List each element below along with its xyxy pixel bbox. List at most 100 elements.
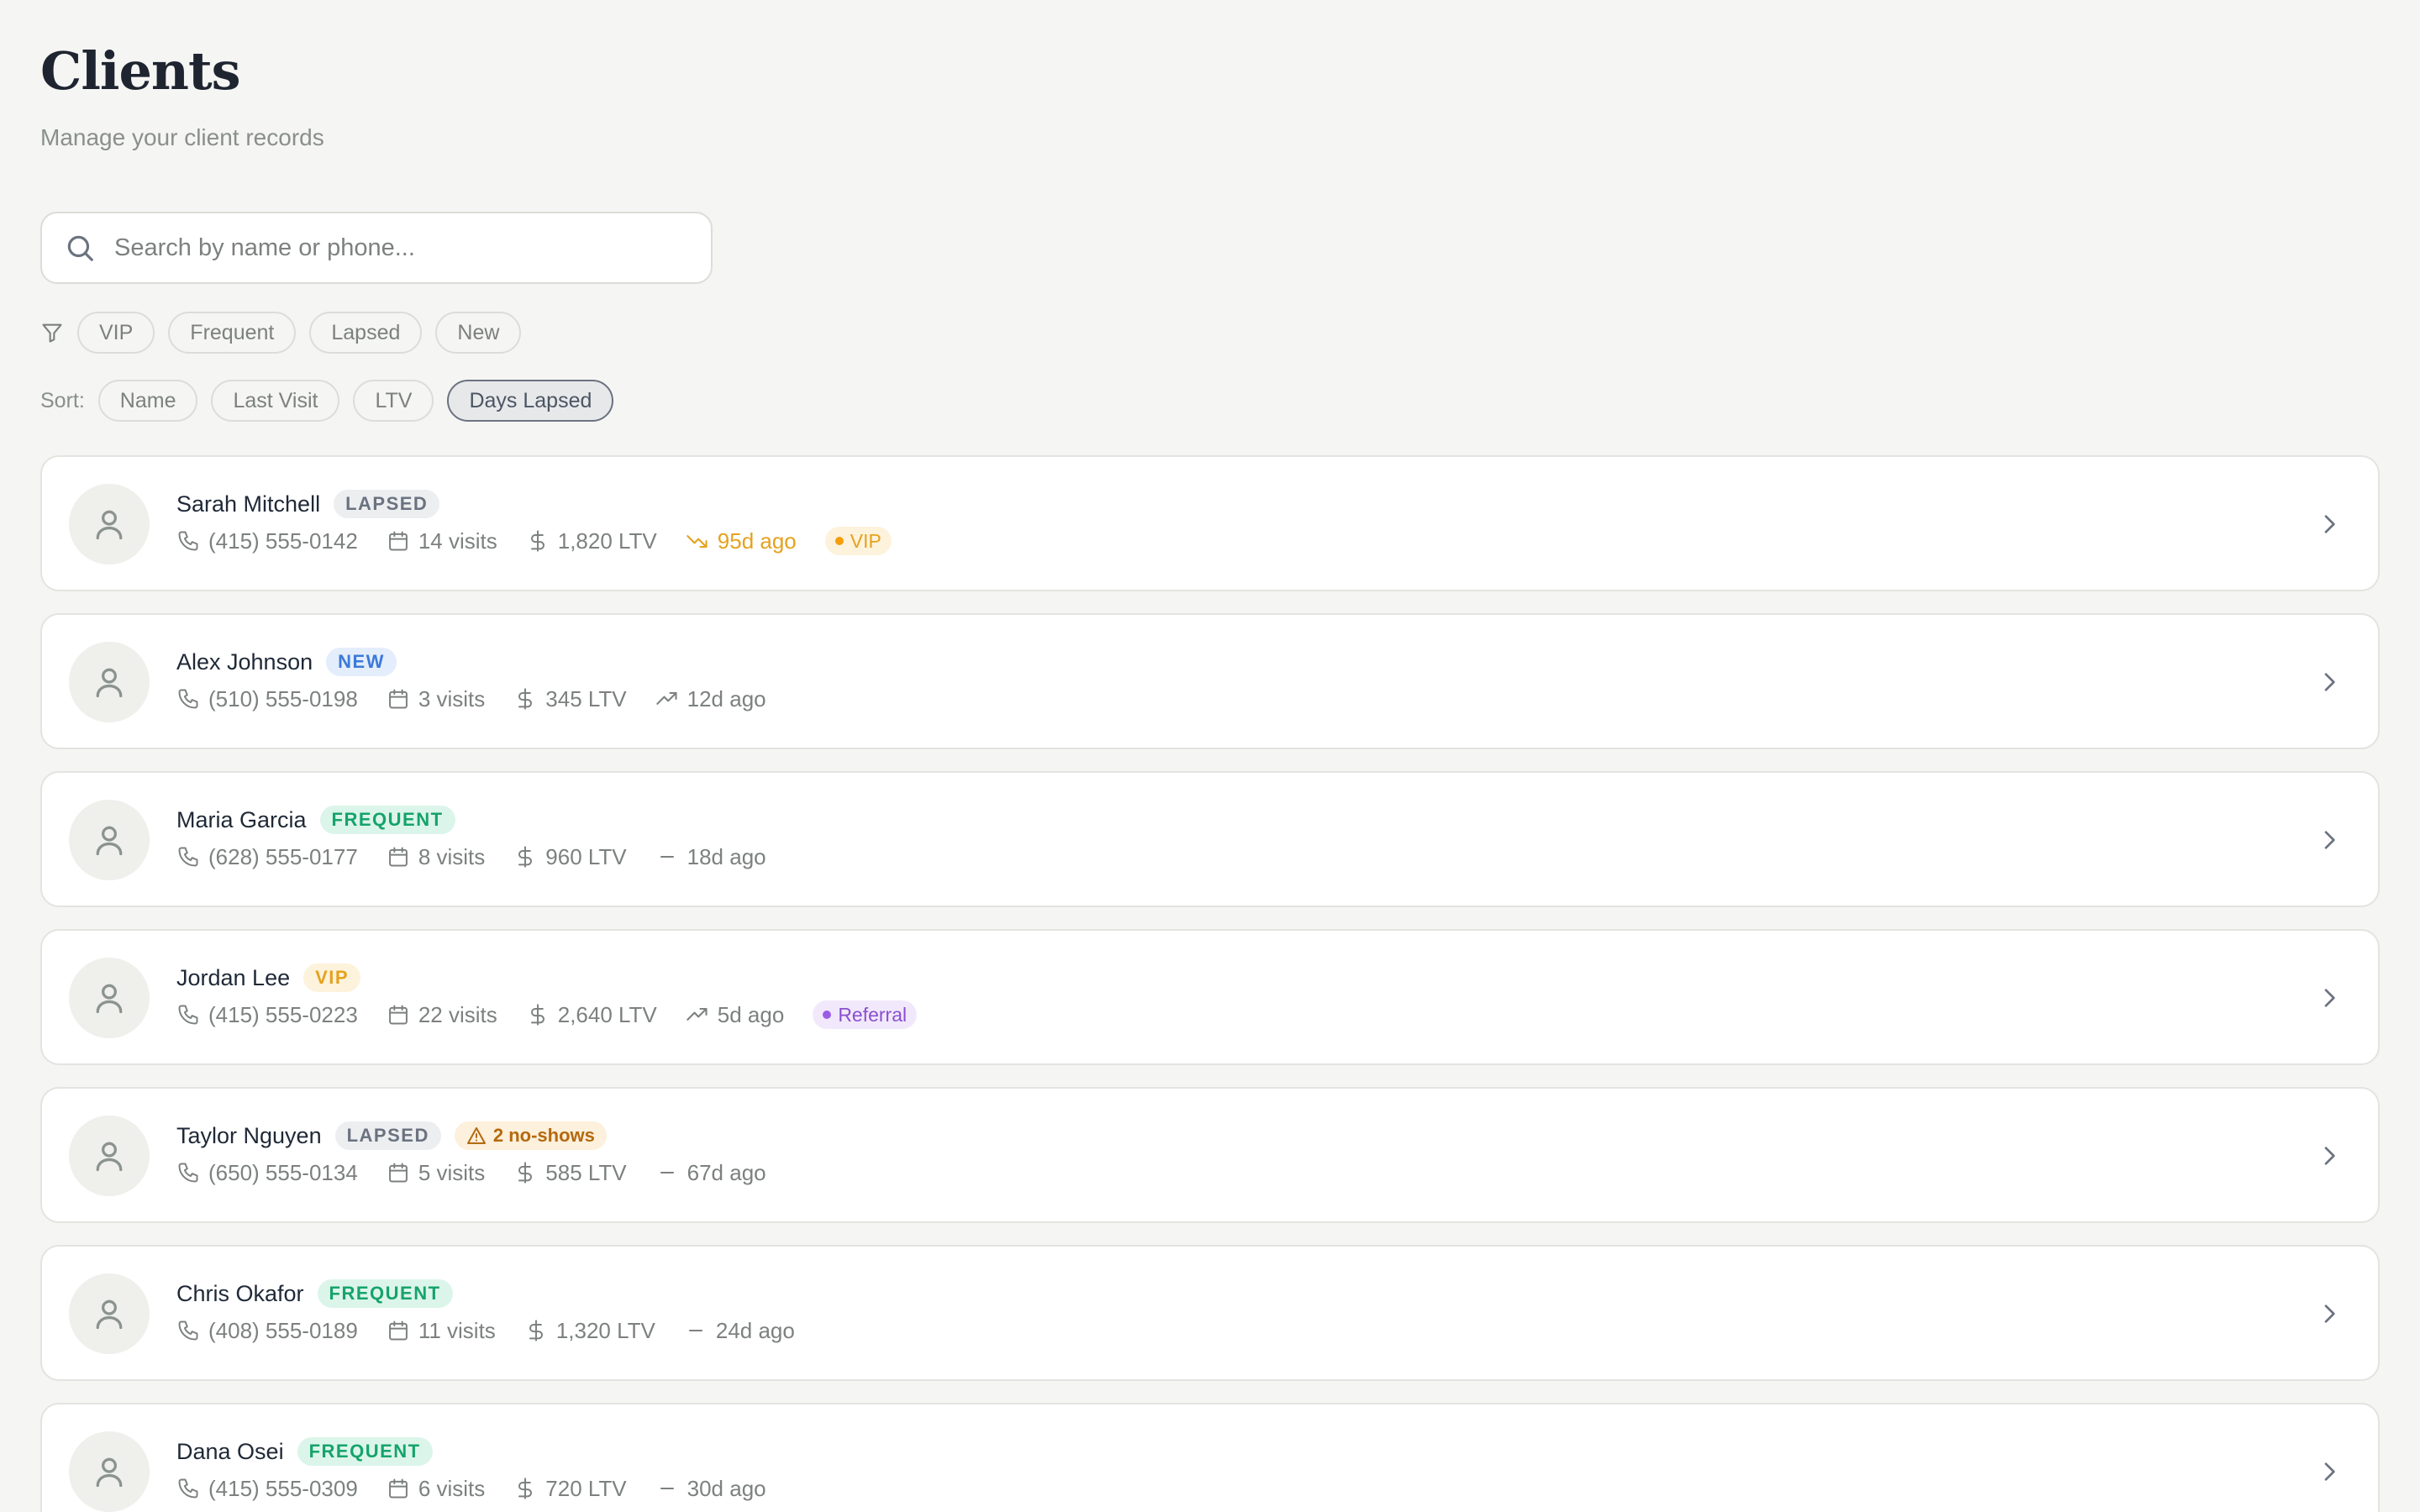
visits-text: 11 visits xyxy=(418,1317,496,1343)
phone-icon xyxy=(176,529,200,553)
client-visits: 3 visits xyxy=(387,686,485,712)
minus-icon xyxy=(655,1161,679,1184)
client-card[interactable]: Sarah Mitchell LAPSED (415) 555-0142 14 … xyxy=(40,455,2380,591)
chevron-right-icon[interactable] xyxy=(2311,1453,2348,1490)
sort-option-ltv[interactable]: LTV xyxy=(353,380,434,422)
client-card[interactable]: Dana Osei FREQUENT (415) 555-0309 6 visi… xyxy=(40,1403,2380,1512)
trending-up-icon xyxy=(655,687,679,711)
page-title: Clients xyxy=(40,40,241,102)
client-name-row: Sarah Mitchell LAPSED xyxy=(176,487,440,521)
ltv-text: 720 LTV xyxy=(545,1475,627,1501)
client-name-row: Alex Johnson NEW xyxy=(176,645,397,679)
filter-chip-vip[interactable]: VIP xyxy=(77,312,155,354)
filter-chip-lapsed[interactable]: Lapsed xyxy=(309,312,423,354)
client-tag: VIP xyxy=(824,527,892,555)
user-icon xyxy=(91,1137,128,1174)
client-name: Jordan Lee xyxy=(176,964,291,990)
user-icon xyxy=(91,1295,128,1332)
avatar xyxy=(69,642,150,722)
client-ltv: 2,640 LTV xyxy=(526,1002,657,1028)
dollar-icon xyxy=(513,687,537,711)
dollar-icon xyxy=(513,1161,537,1184)
client-last-visit: 67d ago xyxy=(655,1160,766,1186)
chevron-right-icon[interactable] xyxy=(2311,506,2348,543)
phone-icon xyxy=(176,1003,200,1026)
dollar-icon xyxy=(513,845,537,869)
user-icon xyxy=(91,979,128,1016)
trending-down-icon xyxy=(686,529,709,553)
client-last-visit: 12d ago xyxy=(655,686,766,712)
client-name: Maria Garcia xyxy=(176,806,307,832)
visits-text: 14 visits xyxy=(418,528,497,554)
ltv-text: 1,320 LTV xyxy=(555,1317,655,1343)
client-phone: (628) 555-0177 xyxy=(176,844,358,870)
client-ltv: 1,320 LTV xyxy=(524,1318,655,1344)
user-icon xyxy=(91,506,128,543)
client-visits: 8 visits xyxy=(387,844,485,870)
client-tag-label: Referral xyxy=(838,1003,908,1026)
chevron-right-icon[interactable] xyxy=(2311,1137,2348,1174)
sort-option-days-lapsed[interactable]: Days Lapsed xyxy=(447,380,614,422)
status-badge: VIP xyxy=(303,963,361,992)
search-input[interactable] xyxy=(114,234,686,262)
client-card[interactable]: Chris Okafor FREQUENT (408) 555-0189 11 … xyxy=(40,1245,2380,1381)
minus-icon xyxy=(655,845,679,869)
sort-option-last-visit[interactable]: Last Visit xyxy=(211,380,340,422)
client-card[interactable]: Taylor Nguyen LAPSED 2 no-shows (650) 55… xyxy=(40,1087,2380,1223)
avatar xyxy=(69,1273,150,1354)
visits-text: 22 visits xyxy=(418,1001,497,1027)
last-visit-text: 95d ago xyxy=(717,528,797,554)
client-name-row: Taylor Nguyen LAPSED 2 no-shows xyxy=(176,1119,607,1152)
trending-up-icon xyxy=(686,1003,709,1026)
phone-icon xyxy=(176,1477,200,1500)
user-icon xyxy=(91,664,128,701)
sort-option-name[interactable]: Name xyxy=(97,380,198,422)
client-visits: 14 visits xyxy=(387,528,497,554)
chevron-right-icon[interactable] xyxy=(2311,822,2348,858)
calendar-icon xyxy=(387,845,410,869)
filter-chip-new[interactable]: New xyxy=(435,312,522,354)
status-badge: FREQUENT xyxy=(317,1279,453,1308)
client-card[interactable]: Maria Garcia FREQUENT (628) 555-0177 8 v… xyxy=(40,771,2380,907)
sort-label: Sort: xyxy=(40,388,85,412)
client-name: Taylor Nguyen xyxy=(176,1122,322,1148)
phone-text: (510) 555-0198 xyxy=(208,685,358,711)
chevron-right-icon[interactable] xyxy=(2311,664,2348,701)
search-box[interactable] xyxy=(40,212,713,284)
phone-icon xyxy=(176,1319,200,1342)
avatar xyxy=(69,484,150,564)
phone-text: (628) 555-0177 xyxy=(208,843,358,869)
client-visits: 5 visits xyxy=(387,1160,485,1186)
dollar-icon xyxy=(526,1003,550,1026)
visits-text: 8 visits xyxy=(418,843,486,869)
client-card[interactable]: Jordan Lee VIP (415) 555-0223 22 visits … xyxy=(40,929,2380,1065)
tag-dot-icon xyxy=(823,1011,832,1019)
calendar-icon xyxy=(387,1319,410,1342)
client-phone: (650) 555-0134 xyxy=(176,1160,358,1186)
ltv-text: 345 LTV xyxy=(545,685,627,711)
search-icon xyxy=(67,235,93,261)
client-name-row: Maria Garcia FREQUENT xyxy=(176,803,455,837)
client-card[interactable]: Alex Johnson NEW (510) 555-0198 3 visits… xyxy=(40,613,2380,749)
client-meta-row: (628) 555-0177 8 visits 960 LTV 18d ago xyxy=(176,840,766,874)
page-subtitle: Manage your client records xyxy=(40,124,324,150)
chevron-right-icon[interactable] xyxy=(2311,1295,2348,1332)
filter-chip-frequent[interactable]: Frequent xyxy=(168,312,297,354)
client-visits: 11 visits xyxy=(387,1318,496,1344)
warning-icon xyxy=(466,1126,487,1146)
chevron-right-icon[interactable] xyxy=(2311,979,2348,1016)
client-ltv: 345 LTV xyxy=(513,685,627,712)
calendar-icon xyxy=(387,1161,410,1184)
calendar-icon xyxy=(387,529,410,553)
client-name: Chris Okafor xyxy=(176,1280,304,1306)
avatar xyxy=(69,1116,150,1196)
client-phone: (510) 555-0198 xyxy=(176,686,358,712)
minus-icon xyxy=(684,1319,708,1342)
status-badge: LAPSED xyxy=(334,1121,441,1150)
client-meta-row: (650) 555-0134 5 visits 585 LTV 67d ago xyxy=(176,1156,766,1189)
status-badge: FREQUENT xyxy=(319,806,455,834)
phone-icon xyxy=(176,845,200,869)
ltv-text: 1,820 LTV xyxy=(557,528,657,554)
phone-icon xyxy=(176,1161,200,1184)
ltv-text: 960 LTV xyxy=(545,843,627,869)
